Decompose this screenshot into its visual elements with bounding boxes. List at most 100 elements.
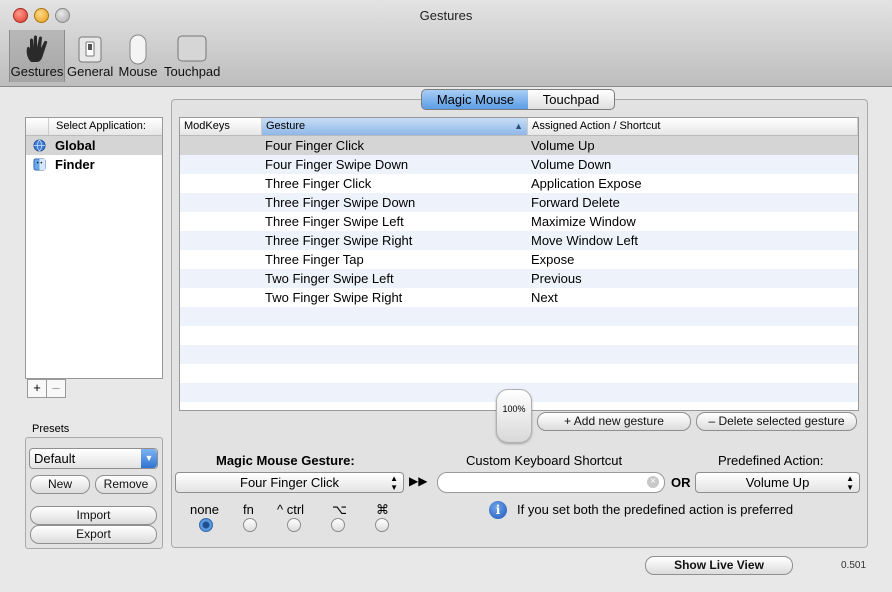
export-button[interactable]: Export (30, 525, 157, 544)
shortcut-input[interactable]: × (437, 472, 665, 493)
modifier-ctrl-radio[interactable] (287, 518, 301, 532)
action-cell: Previous (531, 271, 582, 286)
arrow-indicator: ▶▶ (409, 474, 428, 488)
column-action[interactable]: Assigned Action / Shortcut (528, 118, 858, 135)
gesture-cell: Two Finger Swipe Right (265, 290, 403, 305)
toolbar-mouse[interactable]: Mouse (118, 30, 158, 82)
modifier-fn-radio[interactable] (243, 518, 257, 532)
gesture-cell: Three Finger Tap (265, 252, 364, 267)
application-list-header: Select Application: (26, 118, 162, 136)
table-row[interactable]: Three Finger Swipe Down Forward Delete (180, 193, 858, 212)
gesture-cell: Three Finger Swipe Left (265, 214, 404, 229)
table-row[interactable]: Four Finger Swipe Down Volume Down (180, 155, 858, 174)
updown-arrows-icon: ▲ ▼ (390, 474, 398, 492)
gesture-cell: Three Finger Swipe Down (265, 195, 416, 210)
app-list-controls: + – (25, 379, 67, 398)
modifier-option-label: ⌥ (332, 502, 347, 517)
action-cell: Volume Up (531, 138, 595, 153)
window-title: Gestures (419, 8, 473, 23)
delete-gesture-button[interactable]: – Delete selected gesture (696, 412, 857, 431)
app-name-global: Global (55, 138, 96, 153)
empty-row (180, 307, 858, 326)
modifier-ctrl-label: ^ ctrl (277, 502, 305, 517)
updown-arrows-icon: ▲ ▼ (846, 474, 854, 492)
hand-icon (26, 35, 48, 62)
gesture-cell: Three Finger Click (265, 176, 372, 191)
mouse-zoom-level: 100% (502, 404, 526, 414)
switch-icon (78, 36, 102, 63)
column-gesture-label: Gesture (266, 120, 306, 132)
action-cell: Next (531, 290, 558, 305)
import-button[interactable]: Import (30, 506, 157, 525)
finder-icon (33, 158, 46, 171)
table-header: ModKeys Gesture ▲ Assigned Action / Shor… (180, 118, 858, 136)
table-row[interactable]: Three Finger Click Application Expose (180, 174, 858, 193)
app-name-finder: Finder (55, 157, 95, 172)
gesture-select-label: Magic Mouse Gesture: (216, 453, 355, 468)
modifier-command-radio[interactable] (375, 518, 389, 532)
toolbar-general[interactable]: General (67, 30, 113, 82)
empty-row (180, 326, 858, 345)
modifier-none-label: none (190, 502, 219, 517)
application-list[interactable]: Select Application: Global Finder (25, 117, 163, 379)
table-row[interactable]: Two Finger Swipe Left Previous (180, 269, 858, 288)
toolbar-gestures[interactable]: Gestures (9, 30, 65, 82)
action-cell: Volume Down (531, 157, 612, 172)
empty-row (180, 345, 858, 364)
modifier-fn-label: fn (243, 502, 254, 517)
table-row[interactable]: Three Finger Tap Expose (180, 250, 858, 269)
toolbar-general-label: General (67, 64, 114, 79)
tab-magic-mouse[interactable]: Magic Mouse (421, 89, 530, 110)
remove-preset-button[interactable]: Remove (95, 475, 157, 494)
remove-app-button[interactable]: – (46, 379, 66, 398)
gesture-table[interactable]: ModKeys Gesture ▲ Assigned Action / Shor… (179, 117, 859, 411)
preset-select-arrow-icon: ▼ (141, 449, 157, 468)
touchpad-icon (177, 35, 207, 62)
gesture-cell: Three Finger Swipe Right (265, 233, 413, 248)
modifier-command-label: ⌘ (376, 502, 389, 517)
info-icon: i (489, 501, 507, 519)
gesture-cell: Four Finger Swipe Down (265, 157, 409, 172)
sort-ascending-icon: ▲ (514, 121, 523, 131)
modifier-option-radio[interactable] (331, 518, 345, 532)
toolbar-touchpad[interactable]: Touchpad (164, 30, 220, 82)
gesture-select-value: Four Finger Click (240, 475, 339, 490)
action-cell: Expose (531, 252, 575, 267)
presets-label: Presets (32, 423, 70, 435)
column-gesture[interactable]: Gesture ▲ (262, 118, 528, 135)
action-cell: Maximize Window (531, 214, 636, 229)
table-row[interactable]: Three Finger Swipe Left Maximize Window (180, 212, 858, 231)
column-modkeys[interactable]: ModKeys (180, 118, 262, 135)
table-row[interactable]: Three Finger Swipe Right Move Window Left (180, 231, 858, 250)
select-application-label: Select Application: (56, 120, 146, 132)
show-live-view-button[interactable]: Show Live View (645, 556, 793, 575)
action-cell: Forward Delete (531, 195, 620, 210)
preset-select[interactable]: Default ▼ (29, 448, 158, 469)
toolbar-touchpad-label: Touchpad (164, 64, 221, 79)
tab-touchpad[interactable]: Touchpad (528, 89, 615, 110)
app-row-finder[interactable]: Finder (26, 155, 162, 174)
predefined-action-label: Predefined Action: (718, 453, 824, 468)
gesture-select[interactable]: Four Finger Click ▲ ▼ (175, 472, 404, 493)
predefined-action-select[interactable]: Volume Up ▲ ▼ (695, 472, 860, 493)
app-row-global[interactable]: Global (26, 136, 162, 155)
add-gesture-button[interactable]: + Add new gesture (537, 412, 691, 431)
preset-select-value: Default (34, 451, 76, 466)
table-row[interactable]: Two Finger Swipe Right Next (180, 288, 858, 307)
preferences-window: Gestures Gestures General Mouse Touchpad… (0, 0, 892, 592)
action-cell: Move Window Left (531, 233, 638, 248)
add-app-button[interactable]: + (27, 379, 47, 398)
header-divider (48, 118, 49, 135)
or-label: OR (671, 475, 691, 490)
mouse-zoom-widget[interactable]: 100% (496, 389, 532, 443)
new-preset-button[interactable]: New (30, 475, 90, 494)
table-row[interactable]: Four Finger Click Volume Up (180, 136, 858, 155)
shortcut-label: Custom Keyboard Shortcut (466, 453, 623, 468)
modifier-none-radio[interactable] (199, 518, 213, 532)
info-text: If you set both the predefined action is… (517, 502, 794, 517)
predefined-action-value: Volume Up (745, 475, 810, 490)
toolbar-mouse-label: Mouse (118, 64, 158, 79)
clear-icon[interactable]: × (647, 476, 659, 488)
empty-row (180, 364, 858, 383)
title-bar: Gestures Gestures General Mouse Touchpad (0, 0, 892, 87)
